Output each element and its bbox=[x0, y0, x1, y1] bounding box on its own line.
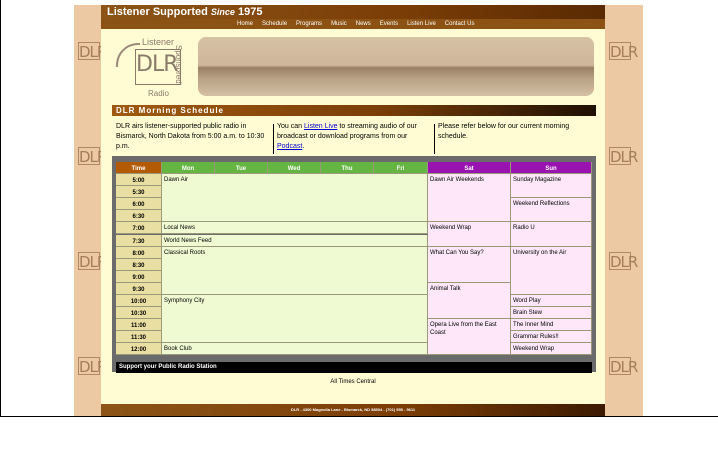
wallpaper-logo-tile: DLR bbox=[609, 357, 638, 376]
wallpaper-logo-tile: DLR bbox=[78, 147, 107, 166]
window-frame-left bbox=[0, 0, 1, 416]
logo-radio-text: Radio bbox=[148, 89, 169, 98]
wallpaper-logo-tile: DLR bbox=[609, 252, 638, 271]
time-cell: 9:30 bbox=[116, 282, 162, 295]
nav-listen-live-link[interactable]: Listen Live bbox=[407, 19, 436, 29]
weekday-program-cell: World News Feed bbox=[162, 234, 428, 247]
info-airs-text: DLR airs listener-supported public radio… bbox=[116, 123, 265, 150]
wallpaper-logo-tile: DLR bbox=[78, 42, 107, 61]
time-cell: 8:30 bbox=[116, 258, 162, 271]
window-frame-bottom bbox=[0, 416, 718, 417]
podcast-link[interactable]: Podcast bbox=[277, 143, 302, 150]
time-cell: 12:00 bbox=[116, 343, 162, 356]
saturday-program-cell: What Can You Say? bbox=[428, 246, 511, 283]
time-cell: 5:30 bbox=[116, 186, 162, 199]
nav-programs-link[interactable]: Programs bbox=[296, 19, 322, 29]
column-header-mon: Mon bbox=[162, 162, 215, 174]
saturday-program-cell: Opera Live from the East Coast bbox=[428, 319, 511, 356]
page-footer: DLR - 4300 Magnolia Lane - Bismarck, ND … bbox=[101, 404, 605, 416]
page-container: Listener Supported Since 1975 Home Sched… bbox=[101, 5, 605, 416]
beach-banner-image bbox=[198, 37, 594, 96]
time-cell: 11:00 bbox=[116, 319, 162, 332]
header-title: Listener Supported bbox=[107, 6, 208, 18]
info-refer-text: Please refer below for our current morni… bbox=[438, 123, 570, 140]
weekday-program-cell: Book Club bbox=[162, 343, 428, 356]
column-header-tue: Tue bbox=[215, 162, 268, 174]
time-cell: 8:00 bbox=[116, 246, 162, 259]
sunday-program-cell: Sunday Magazine bbox=[511, 174, 592, 199]
dlr-logo: Listener DLR Sponsored Radio bbox=[116, 37, 198, 105]
schedule-footer: Support your Public Radio Station bbox=[116, 362, 592, 373]
wallpaper-logo-tile: DLR bbox=[78, 357, 107, 376]
time-cell: 7:30 bbox=[116, 234, 162, 247]
weekday-program-cell: Local News bbox=[162, 222, 428, 235]
time-cell: 9:00 bbox=[116, 270, 162, 283]
column-header-wed: Wed bbox=[268, 162, 321, 174]
time-cell: 11:30 bbox=[116, 331, 162, 344]
time-cell: 6:00 bbox=[116, 198, 162, 211]
nav-home-link[interactable]: Home bbox=[237, 19, 253, 29]
logo-sponsored-text: Sponsored bbox=[174, 45, 183, 84]
site-header: Listener Supported Since 1975 bbox=[101, 5, 605, 19]
sunday-program-cell: University on the Air bbox=[511, 246, 592, 295]
info-listen-text: You can Listen Live to streaming audio o… bbox=[277, 123, 417, 150]
nav-bar: Home Schedule Programs Music News Events… bbox=[101, 19, 605, 29]
nav-news-link[interactable]: News bbox=[356, 19, 371, 29]
nav-music-link[interactable]: Music bbox=[331, 19, 347, 29]
wallpaper-logo-tile: DLR bbox=[609, 147, 638, 166]
column-header-sat: Sat bbox=[428, 162, 511, 174]
nav-schedule-link[interactable]: Schedule bbox=[262, 19, 287, 29]
info-divider-1 bbox=[273, 124, 274, 154]
nav-events-link[interactable]: Events bbox=[380, 19, 398, 29]
all-times-note: All Times Central bbox=[330, 379, 376, 385]
sunday-program-cell: Weekend Wrap bbox=[511, 343, 592, 356]
column-header-sun: Sun bbox=[511, 162, 592, 174]
time-cell: 5:00 bbox=[116, 174, 162, 187]
sunday-program-cell: Grammar Rules!! bbox=[511, 331, 592, 344]
time-cell: 10:00 bbox=[116, 295, 162, 308]
logo-dlr-text: DLR bbox=[136, 52, 178, 77]
sunday-program-cell: Weekend Reflections bbox=[511, 198, 592, 223]
wallpaper-logo-tile: DLR bbox=[78, 252, 107, 271]
sunday-program-cell: Radio U bbox=[511, 222, 592, 247]
section-title: DLR Morning Schedule bbox=[112, 105, 596, 116]
time-cell: 7:00 bbox=[116, 222, 162, 235]
info-divider-2 bbox=[434, 124, 435, 154]
sunday-program-cell: Word Play bbox=[511, 295, 592, 308]
column-header-fri: Fri bbox=[374, 162, 428, 174]
listen-live-link[interactable]: Listen Live bbox=[304, 123, 337, 130]
sunday-program-cell: Brain Stew bbox=[511, 307, 592, 320]
weekday-program-cell: Symphony City bbox=[162, 295, 428, 344]
header-year: 1975 bbox=[237, 6, 263, 18]
time-cell: 6:30 bbox=[116, 210, 162, 223]
header-since: Since bbox=[210, 7, 235, 17]
time-cell: 10:30 bbox=[116, 307, 162, 320]
saturday-program-cell: Weekend Wrap bbox=[428, 222, 511, 247]
column-header-thu: Thu bbox=[321, 162, 374, 174]
wallpaper-logo-tile: DLR bbox=[609, 42, 638, 61]
weekday-program-cell: Dawn Air bbox=[162, 174, 428, 223]
logo-listener-text: Listener bbox=[142, 37, 175, 47]
column-header-time: Time bbox=[116, 162, 162, 174]
nav-contact-us-link[interactable]: Contact Us bbox=[445, 19, 475, 29]
saturday-program-cell: Dawn Air Weekends bbox=[428, 174, 511, 223]
saturday-program-cell: Animal Talk bbox=[428, 282, 511, 320]
sunday-program-cell: The Inner Mind bbox=[511, 319, 592, 332]
weekday-program-cell: Classical Roots bbox=[162, 246, 428, 295]
